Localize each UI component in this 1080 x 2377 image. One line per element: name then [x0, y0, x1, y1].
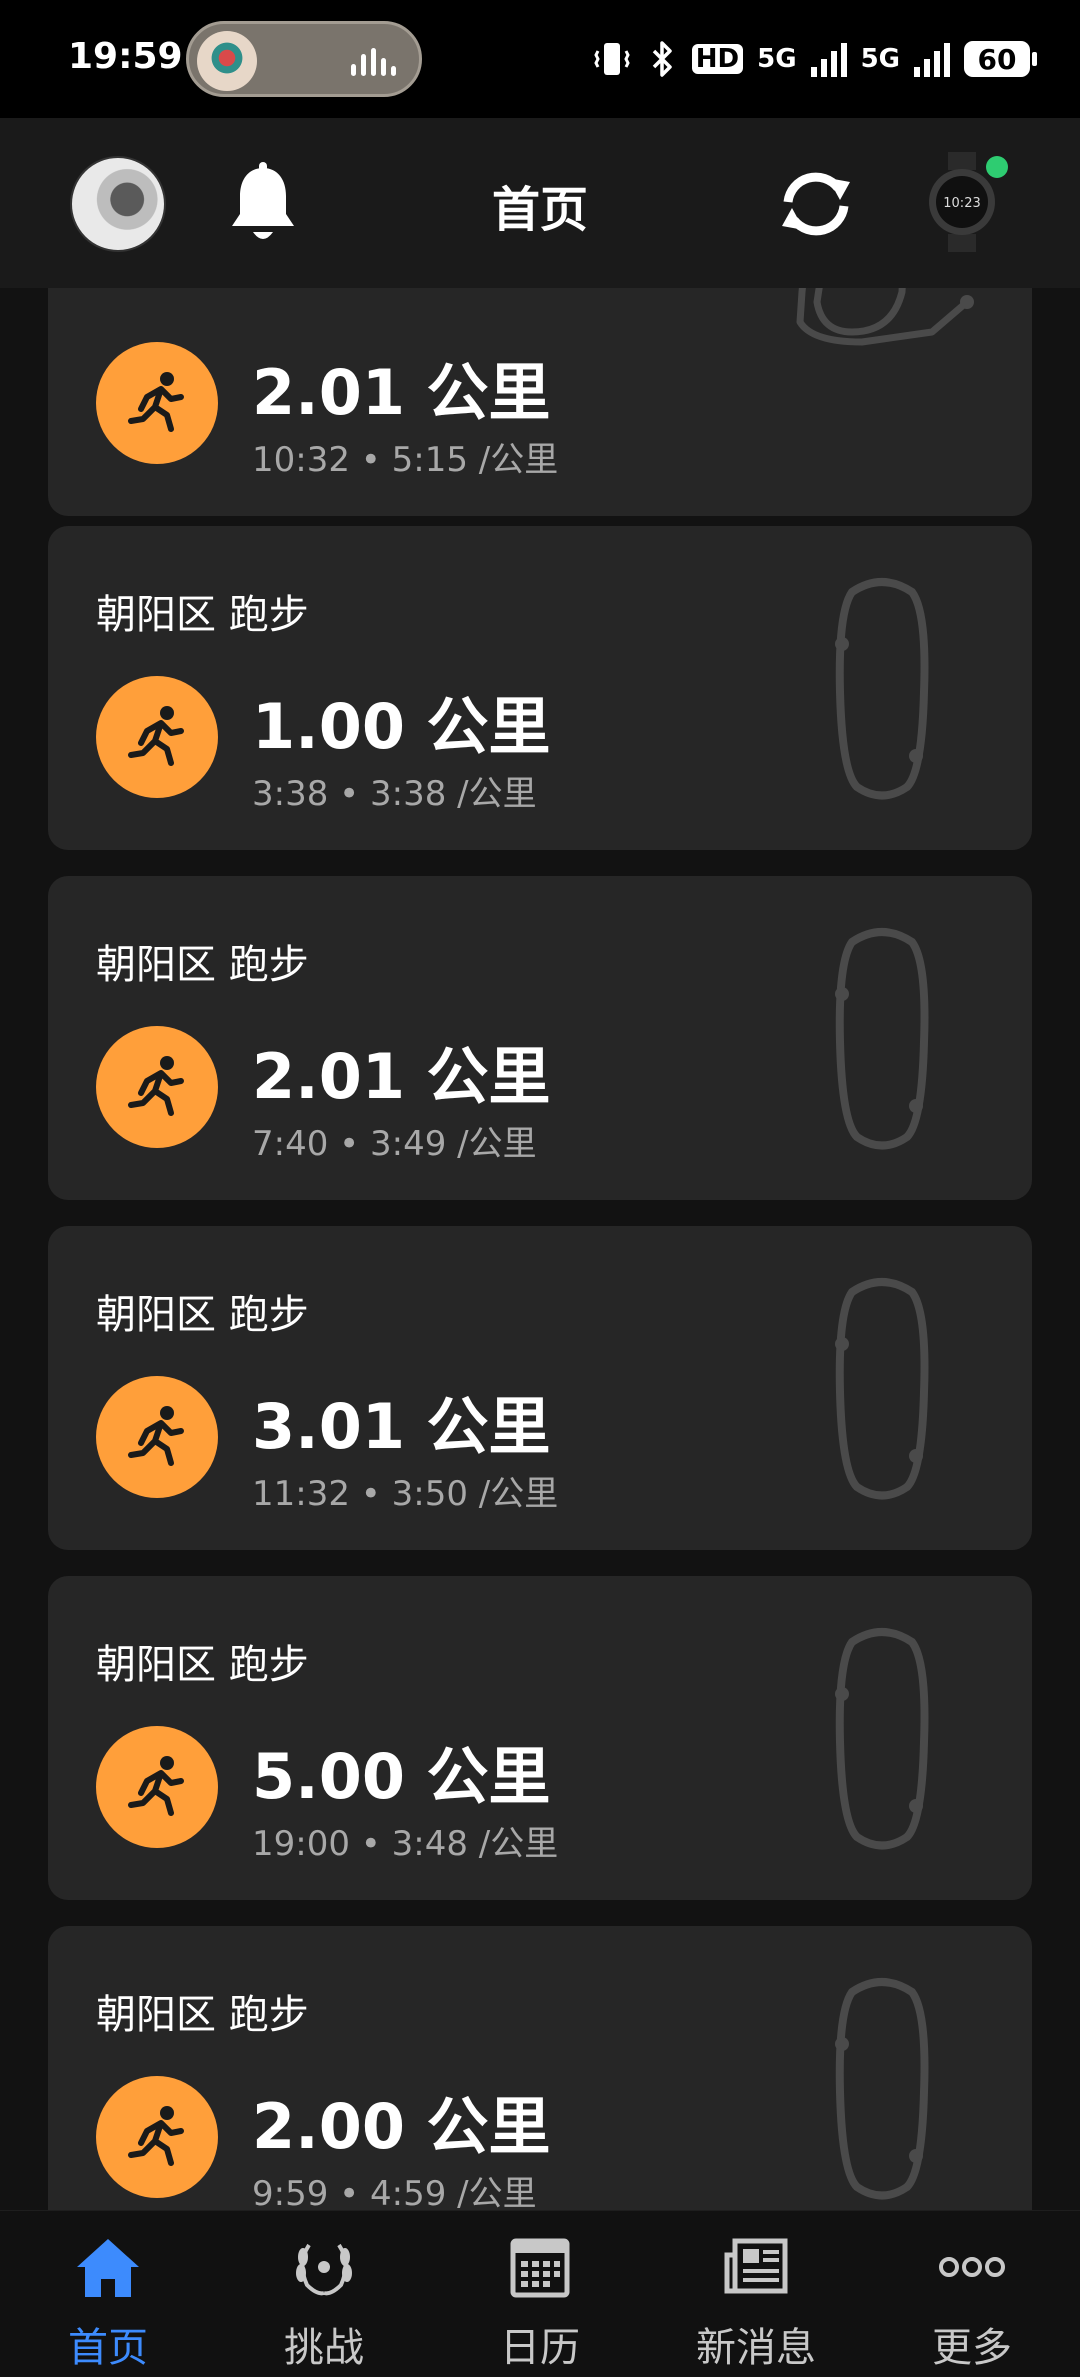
- hd-badge: HD: [691, 44, 744, 74]
- running-icon: [96, 1026, 218, 1148]
- home-icon: [77, 2239, 139, 2297]
- device-connected-indicator: [986, 156, 1008, 178]
- route-map-thumbnail: [812, 1972, 952, 2204]
- activity-time-pace: 19:00 • 3:48 /公里: [252, 1824, 559, 1864]
- activity-location: 朝阳区 跑步: [96, 942, 309, 988]
- activity-time-pace: 7:40 • 3:49 /公里: [252, 1124, 537, 1164]
- nav-news[interactable]: 新消息: [648, 2211, 864, 2377]
- route-map-thumbnail: [812, 1272, 952, 1504]
- activity-distance: 2.01 公里: [252, 356, 551, 429]
- nav-label: 挑战: [284, 2325, 364, 2371]
- activity-card[interactable]: 朝阳区 跑步 5.00 公里 19:00 • 3:48 /公里: [48, 1576, 1032, 1900]
- route-map-thumbnail: [796, 288, 974, 346]
- running-icon: [96, 342, 218, 464]
- route-map-thumbnail: [812, 572, 952, 804]
- activity-location: 朝阳区 跑步: [96, 592, 309, 638]
- signal-icon-2: [914, 41, 950, 77]
- vibrate-icon: [594, 43, 630, 75]
- status-icons: HD 5G 5G 60: [592, 34, 1037, 84]
- news-icon: [724, 2238, 788, 2294]
- activity-feed[interactable]: 2.01 公里 10:32 • 5:15 /公里 朝阳区 跑步 1.00 公里 …: [0, 288, 1080, 2210]
- activity-time-pace: 3:38 • 3:38 /公里: [252, 774, 537, 814]
- activity-time-pace: 11:32 • 3:50 /公里: [252, 1474, 559, 1514]
- sync-icon[interactable]: [776, 168, 856, 240]
- activity-distance: 2.00 公里: [252, 2090, 551, 2163]
- audio-wave-icon: [351, 48, 401, 76]
- activity-location: 朝阳区 跑步: [96, 1642, 309, 1688]
- app-header: 首页 10:23: [0, 118, 1080, 288]
- bluetooth-icon: [652, 41, 672, 77]
- activity-location: 朝阳区 跑步: [96, 1292, 309, 1338]
- nav-label: 新消息: [696, 2325, 816, 2371]
- running-icon: [96, 676, 218, 798]
- media-pill[interactable]: [186, 21, 422, 97]
- running-icon: [96, 2076, 218, 2198]
- activity-card[interactable]: 2.01 公里 10:32 • 5:15 /公里: [48, 288, 1032, 516]
- activity-card[interactable]: 朝阳区 跑步 2.01 公里 7:40 • 3:49 /公里: [48, 876, 1032, 1200]
- activity-distance: 3.01 公里: [252, 1390, 551, 1463]
- activity-card[interactable]: 朝阳区 跑步 2.00 公里 9:59 • 4:59 /公里: [48, 1926, 1032, 2210]
- network-type-2: 5G: [860, 44, 900, 74]
- nav-challenge[interactable]: 挑战: [216, 2211, 432, 2377]
- activity-location: 朝阳区 跑步: [96, 1992, 309, 2038]
- bottom-navigation: 首页 挑战 日历 新消息 更多: [0, 2210, 1080, 2376]
- route-map-thumbnail: [812, 1622, 952, 1854]
- more-icon: [939, 2257, 1005, 2277]
- signal-icon: [810, 41, 847, 77]
- status-time: 19:59: [68, 36, 183, 77]
- running-icon: [96, 1376, 218, 1498]
- battery-icon: 60: [964, 41, 1037, 77]
- nav-label: 日历: [500, 2325, 580, 2371]
- activity-card[interactable]: 朝阳区 跑步 3.01 公里 11:32 • 3:50 /公里: [48, 1226, 1032, 1550]
- nav-label: 首页: [68, 2325, 148, 2371]
- activity-time-pace: 10:32 • 5:15 /公里: [252, 440, 559, 480]
- running-icon: [96, 1726, 218, 1848]
- activity-distance: 2.01 公里: [252, 1040, 551, 1113]
- page-title: 首页: [491, 182, 588, 238]
- album-cover-icon: [197, 31, 257, 91]
- svg-text:10:23: 10:23: [943, 196, 980, 211]
- status-bar: 19:59 HD 5G 5G 60: [0, 0, 1080, 118]
- activity-distance: 5.00 公里: [252, 1740, 551, 1813]
- activity-time-pace: 9:59 • 4:59 /公里: [252, 2174, 537, 2210]
- calendar-icon: [510, 2238, 570, 2298]
- nav-more[interactable]: 更多: [864, 2211, 1080, 2377]
- nav-home[interactable]: 首页: [0, 2211, 216, 2377]
- activity-card[interactable]: 朝阳区 跑步 1.00 公里 3:38 • 3:38 /公里: [48, 526, 1032, 850]
- laurel-icon: [296, 2243, 352, 2296]
- activity-distance: 1.00 公里: [252, 690, 551, 763]
- nav-calendar[interactable]: 日历: [432, 2211, 648, 2377]
- network-type-1: 5G: [757, 44, 797, 74]
- nav-label: 更多: [932, 2325, 1012, 2371]
- route-map-thumbnail: [812, 922, 952, 1154]
